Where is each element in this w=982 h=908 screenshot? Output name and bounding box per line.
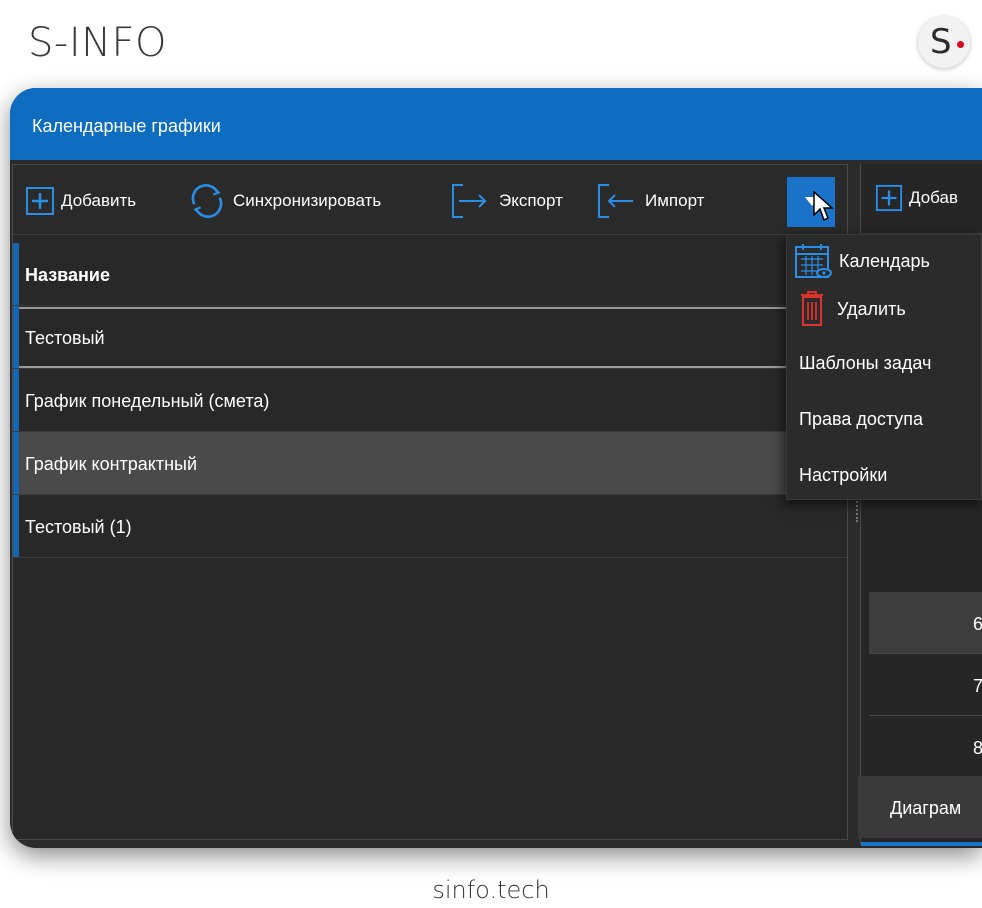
- brand-logo: S: [918, 16, 970, 68]
- trash-icon: [801, 291, 823, 326]
- footer-site: sinfo.tech: [432, 876, 550, 904]
- row-marker: [13, 306, 19, 368]
- row-marker: [13, 243, 19, 305]
- tab-diagram[interactable]: Диаграм: [858, 776, 982, 838]
- list-item[interactable]: График контрактный: [13, 432, 847, 495]
- menu-item-access-rights[interactable]: Права доступа: [787, 397, 981, 441]
- schedules-pane: Добавить Синхронизировать Экспорт Импорт: [12, 164, 848, 840]
- details-toolbar: Добав: [861, 164, 982, 234]
- add-button[interactable]: Добавить: [25, 183, 136, 219]
- column-header-name[interactable]: Название: [13, 243, 847, 306]
- import-icon: [598, 184, 633, 218]
- list-item[interactable]: График понедельный (смета): [13, 369, 847, 432]
- add-label: Добавить: [61, 191, 137, 210]
- menu-item-task-templates[interactable]: Шаблоны задач: [787, 341, 981, 385]
- details-cell[interactable]: 6: [869, 592, 982, 654]
- details-add-button[interactable]: Добав: [875, 184, 958, 212]
- export-label: Экспорт: [499, 191, 563, 210]
- window-titlebar: Календарные графики: [10, 88, 982, 160]
- export-icon: [452, 184, 487, 218]
- menu-item-label: Права доступа: [799, 409, 924, 429]
- more-actions-menu: Календарь Удалить Шаблоны задач Права до…: [786, 234, 982, 500]
- menu-item-label: Календарь: [839, 251, 930, 271]
- list-item[interactable]: Тестовый (1): [13, 495, 847, 558]
- plus-icon: [875, 184, 903, 212]
- logo-letter: S: [930, 22, 952, 62]
- import-label: Импорт: [645, 191, 705, 210]
- details-add-label: Добав: [909, 188, 958, 207]
- export-button[interactable]: Экспорт: [449, 183, 563, 219]
- row-marker: [13, 432, 19, 494]
- sync-label: Синхронизировать: [233, 191, 382, 210]
- sync-button[interactable]: Синхронизировать: [187, 183, 381, 219]
- menu-item-calendar[interactable]: Календарь: [787, 239, 981, 283]
- schedules-list: Название Тестовый График понедельный (см…: [13, 243, 847, 558]
- tab-indicator: [861, 842, 982, 846]
- toolbar: Добавить Синхронизировать Экспорт Импорт: [13, 165, 847, 235]
- list-item[interactable]: Тестовый: [13, 306, 847, 369]
- menu-item-label: Шаблоны задач: [799, 353, 932, 373]
- details-cell[interactable]: 8: [869, 716, 982, 778]
- menu-item-delete[interactable]: Удалить: [787, 287, 981, 331]
- mouse-pointer-icon: [813, 191, 834, 222]
- window-title: Календарные графики: [32, 116, 221, 136]
- import-button[interactable]: Импорт: [595, 183, 704, 219]
- row-marker: [13, 495, 19, 557]
- menu-item-label: Настройки: [799, 465, 888, 485]
- row-marker: [13, 369, 19, 431]
- sync-icon: [191, 184, 223, 218]
- brand-title: S-INFO: [28, 20, 168, 66]
- more-actions-button[interactable]: [787, 177, 835, 227]
- splitter-handle[interactable]: [856, 498, 858, 522]
- logo-dot: [957, 41, 964, 48]
- details-cell[interactable]: 7: [869, 654, 982, 716]
- menu-item-label: Удалить: [837, 299, 906, 319]
- plus-icon: [26, 187, 54, 215]
- menu-item-settings[interactable]: Настройки: [787, 453, 981, 497]
- calendar-icon: [795, 244, 832, 278]
